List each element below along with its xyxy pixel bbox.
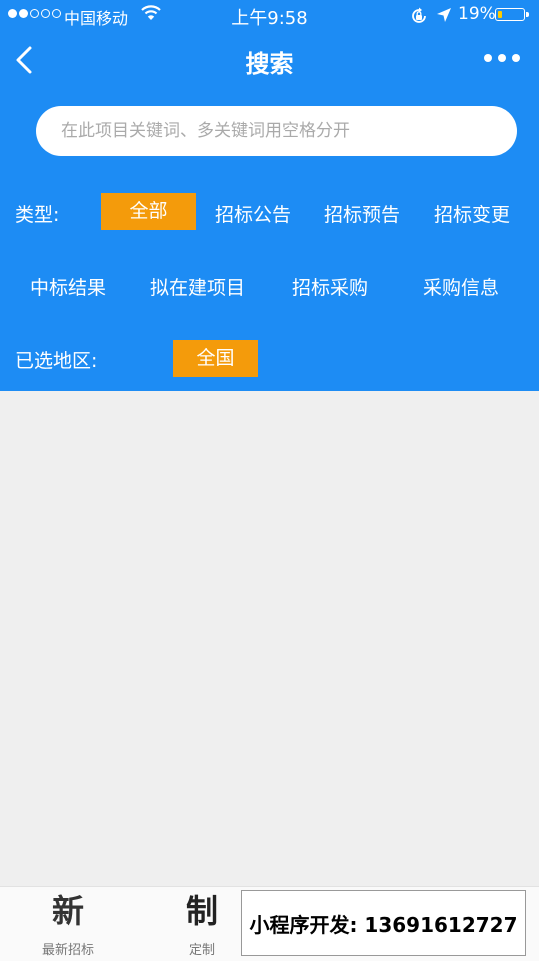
orientation-lock-icon	[412, 7, 426, 23]
tab-label: 定制	[188, 943, 215, 958]
status-bar: 中国移动 上午9:58 19%	[0, 0, 539, 30]
battery-icon	[495, 8, 529, 21]
region-chip-national[interactable]: 全国	[173, 340, 258, 377]
type-chip-award-result[interactable]: 中标结果	[30, 273, 106, 300]
type-chip-bid-change[interactable]: 招标变更	[434, 200, 510, 227]
contact-banner: 小程序开发: 13691612727	[241, 890, 526, 956]
tab-label: 最新招标	[41, 943, 94, 958]
location-arrow-icon	[437, 8, 451, 22]
tab-latest-bids[interactable]: 新 最新招标	[28, 891, 108, 958]
results-area	[0, 391, 539, 886]
more-dots-icon[interactable]	[484, 54, 520, 62]
search-input[interactable]	[36, 106, 517, 156]
page-title: 搜索	[245, 50, 294, 78]
type-chip-bid-preview[interactable]: 招标预告	[324, 200, 400, 227]
new-glyph-icon: 新	[51, 892, 84, 930]
type-chip-bid-announcement[interactable]: 招标公告	[215, 200, 291, 227]
region-label: 已选地区:	[15, 350, 98, 372]
type-chip-bid-procurement[interactable]: 招标采购	[292, 273, 368, 300]
banner-text: 小程序开发: 13691612727	[249, 912, 518, 937]
tab-custom[interactable]: 制 定制	[162, 891, 242, 958]
battery-level-fill	[497, 10, 503, 18]
type-label: 类型:	[15, 204, 60, 226]
type-chip-all[interactable]: 全部	[101, 193, 196, 230]
battery-percentage: 19%	[458, 4, 496, 24]
header-panel: 中国移动 上午9:58 19% 搜索 类型: 全部 招标公告 招	[0, 0, 539, 391]
type-chip-procurement-info[interactable]: 采购信息	[423, 273, 499, 300]
custom-glyph-icon: 制	[185, 892, 218, 930]
type-chip-planned-project[interactable]: 拟在建项目	[150, 273, 245, 300]
